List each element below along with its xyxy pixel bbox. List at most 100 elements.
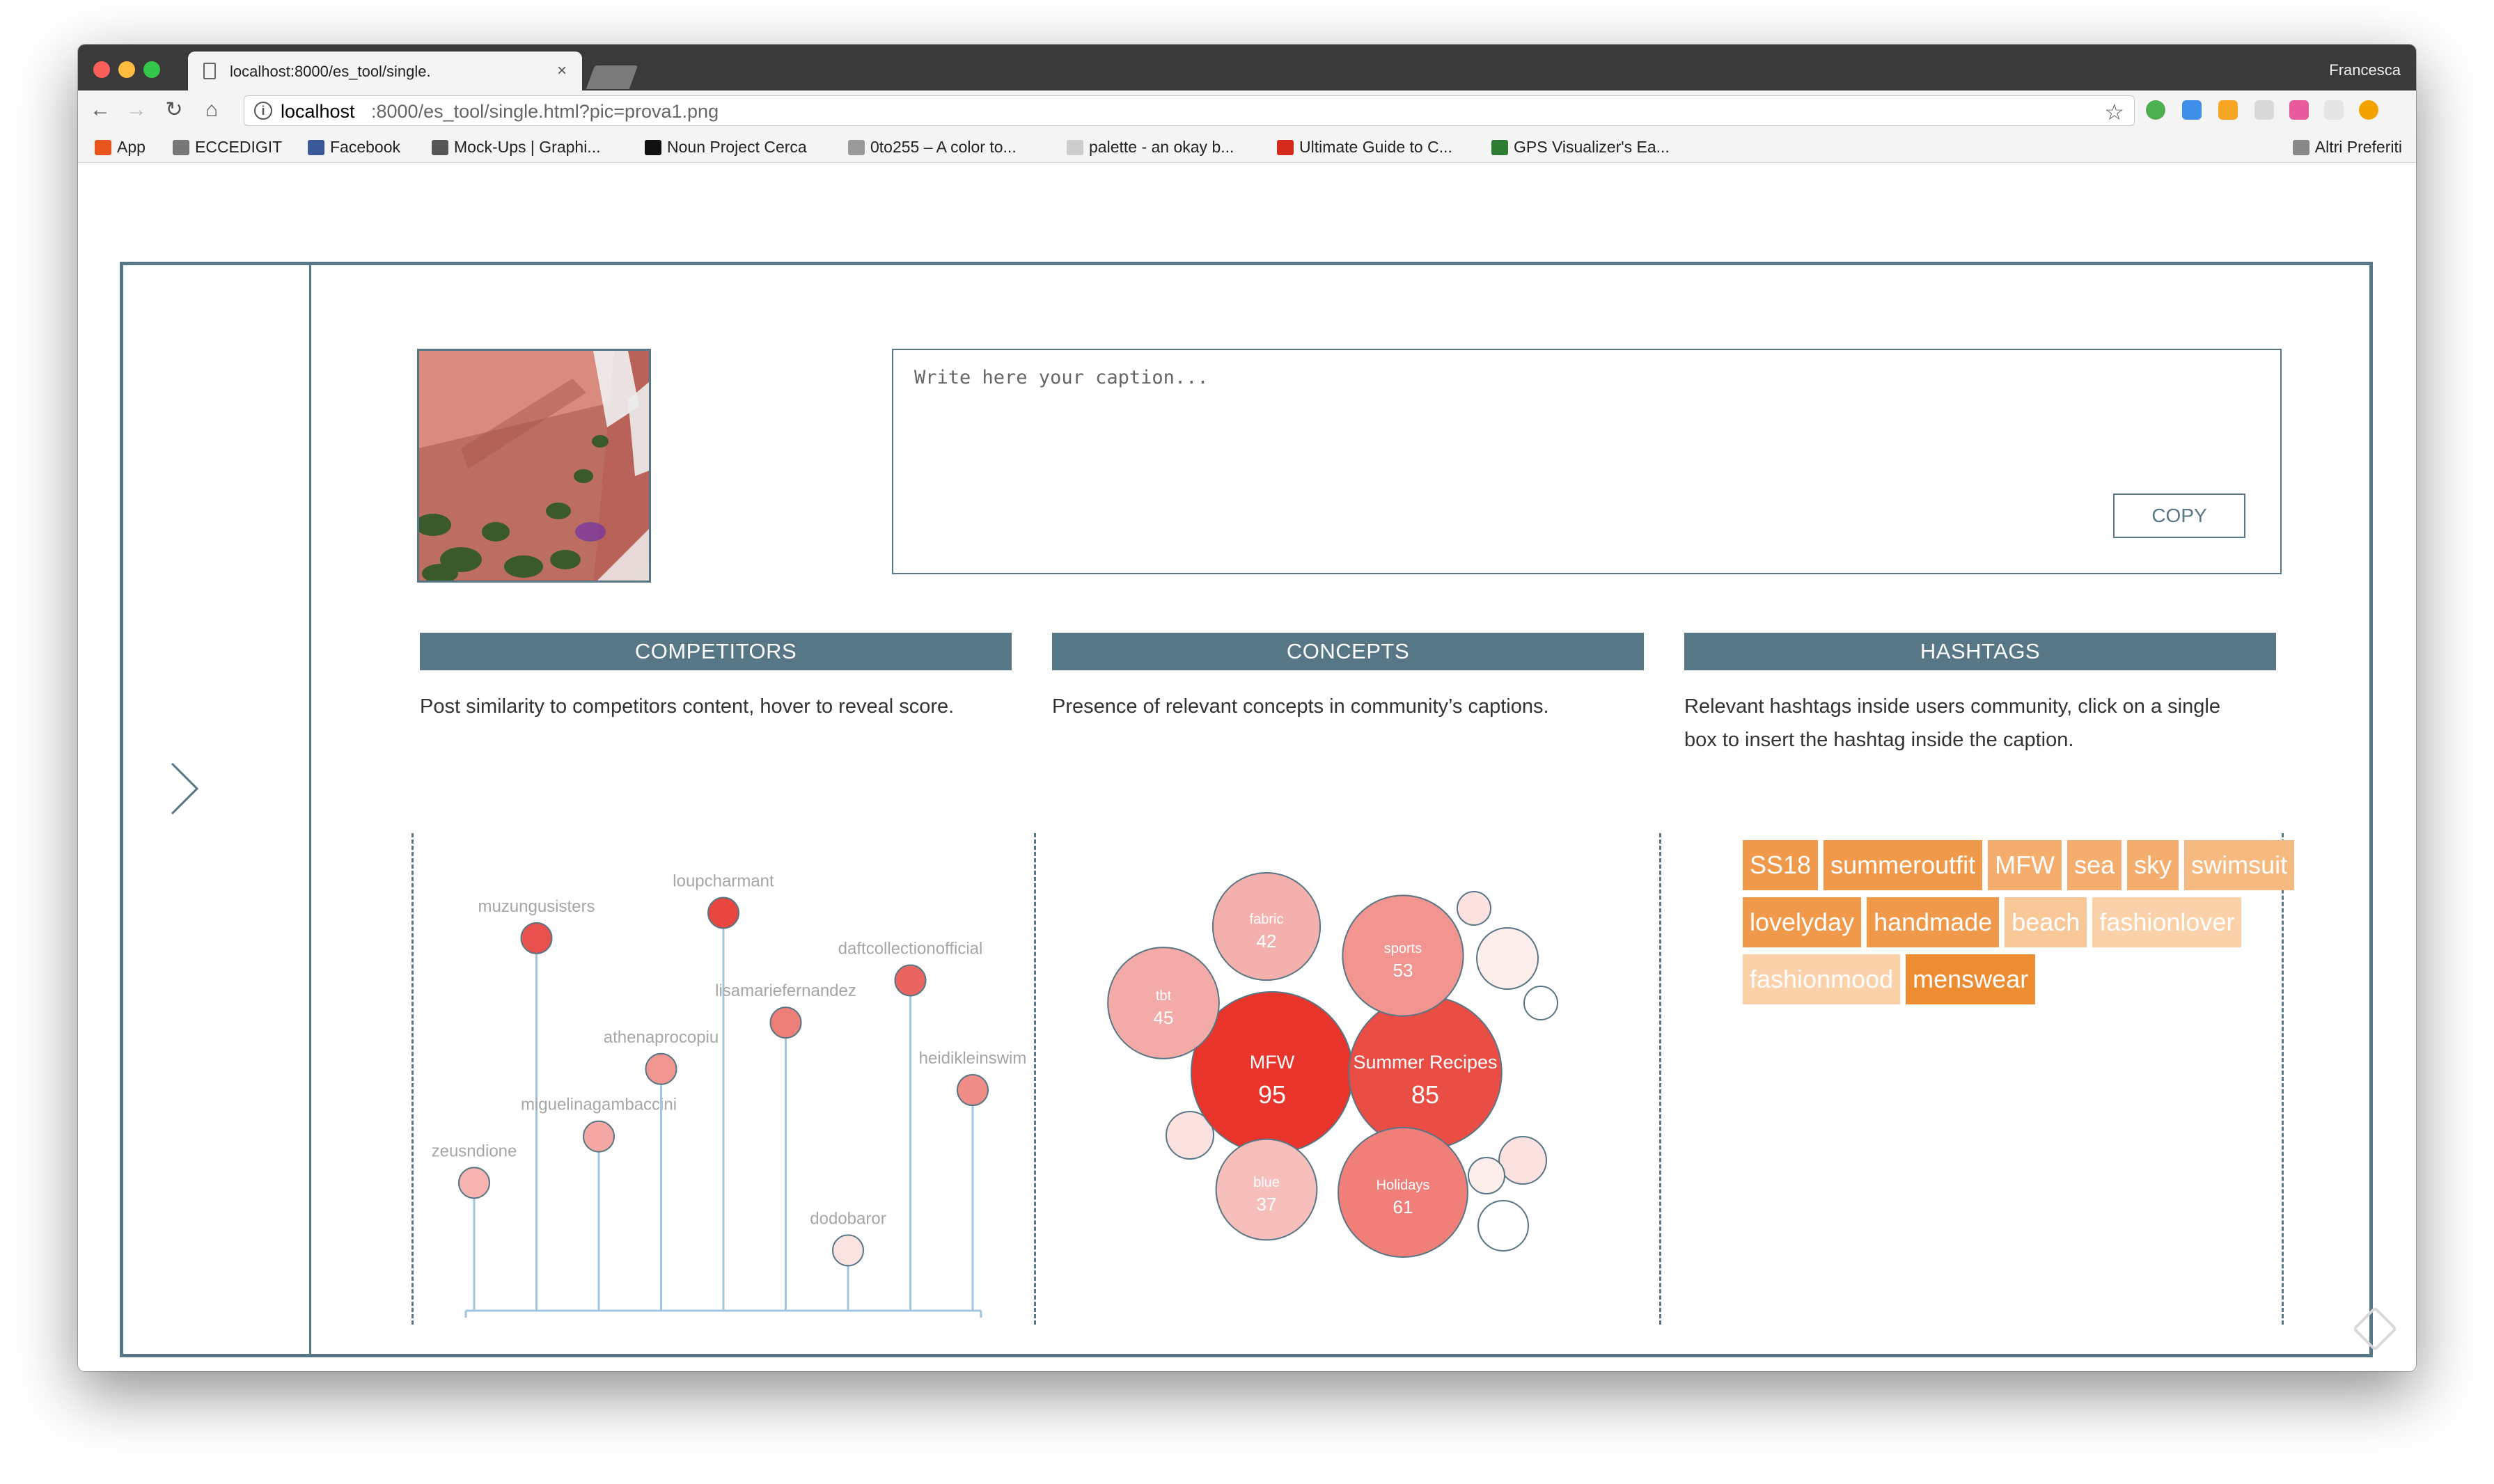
concept-value: 95 xyxy=(1258,1080,1286,1109)
new-tab-button[interactable] xyxy=(586,65,638,89)
competitor-point[interactable] xyxy=(645,1052,677,1085)
bookmark-label: ECCEDIGIT xyxy=(195,138,283,156)
competitors-lollipop-chart: zeusndione muzungusisters miguelinagambacc… xyxy=(432,872,1026,1318)
next-arrow-icon[interactable] xyxy=(169,761,200,816)
competitor-point[interactable] xyxy=(769,1007,802,1039)
bookmark-0to255[interactable]: 0to255 – A color to... xyxy=(848,138,1017,157)
copy-button[interactable]: COPY xyxy=(2113,494,2245,538)
maximize-window-button[interactable] xyxy=(143,61,160,78)
hashtag-chip[interactable]: fashionlover xyxy=(2092,897,2242,947)
document-icon xyxy=(203,63,216,79)
back-icon[interactable]: ← xyxy=(88,97,113,123)
bookmark-palette[interactable]: palette - an okay b... xyxy=(1067,138,1234,157)
bookmark-facebook[interactable]: Facebook xyxy=(308,138,400,157)
bookmark-label: Mock-Ups | Graphi... xyxy=(454,138,601,156)
concept-minor-bubble[interactable] xyxy=(1523,986,1558,1020)
hashtag-chip[interactable]: summeroutfit xyxy=(1824,840,1983,890)
bookmark-ultimate-guide[interactable]: Ultimate Guide to C... xyxy=(1277,138,1452,157)
bookmark-noun-project[interactable]: Noun Project Cerca xyxy=(645,138,807,157)
bookmark-other[interactable]: Altri Preferiti xyxy=(2292,138,2402,157)
concept-minor-bubble[interactable] xyxy=(1477,1200,1529,1252)
competitors-description: Post similarity to competitors content, … xyxy=(420,695,955,718)
url-host: localhost xyxy=(281,101,355,122)
concept-minor-bubble[interactable] xyxy=(1457,891,1491,926)
extension-chart-icon[interactable] xyxy=(2218,100,2238,120)
concepts-description: Presence of relevant concepts in communi… xyxy=(1052,695,1549,718)
competitor-point[interactable] xyxy=(458,1167,490,1199)
bookmark-label: GPS Visualizer's Ea... xyxy=(1514,138,1670,156)
caption-input[interactable] xyxy=(893,350,2280,573)
bookmark-star-icon[interactable]: ☆ xyxy=(2104,99,2124,125)
tool-frame: COPY COMPETITORS CONCEPTS HASHTAGS Post … xyxy=(120,262,2373,1357)
concept-value: 61 xyxy=(1393,1197,1413,1217)
home-icon[interactable]: ⌂ xyxy=(199,97,224,123)
competitor-label: miguelinagambaccini xyxy=(521,1096,677,1114)
hashtag-chip[interactable]: beach xyxy=(2005,897,2087,947)
hashtag-chip[interactable]: sea xyxy=(2067,840,2122,890)
extension-alert-icon[interactable] xyxy=(2359,100,2378,120)
extension-grey-icon[interactable] xyxy=(2254,100,2274,120)
left-pane xyxy=(123,265,311,1354)
competitor-point[interactable] xyxy=(957,1074,989,1107)
title-bar: localhost:8000/es_tool/single. × Frances… xyxy=(78,45,2416,90)
url-path: :8000/es_tool/single.html?pic=prova1.png xyxy=(371,101,719,122)
browser-window: localhost:8000/es_tool/single. × Frances… xyxy=(78,45,2416,1371)
hashtag-chip[interactable]: lovelyday xyxy=(1743,897,1862,947)
hashtags-header: HASHTAGS xyxy=(1684,633,2276,670)
hashtag-chip[interactable]: menswear xyxy=(1906,954,2036,1004)
bookmark-label: Altri Preferiti xyxy=(2314,138,2402,156)
competitor-point[interactable] xyxy=(583,1120,615,1153)
close-window-button[interactable] xyxy=(93,61,110,78)
bookmark-label: 0to255 – A color to... xyxy=(870,138,1017,156)
concept-minor-bubble[interactable] xyxy=(1498,1136,1547,1185)
browser-tab[interactable]: localhost:8000/es_tool/single. × xyxy=(188,52,582,90)
bookmark-eccedigit[interactable]: ECCEDIGIT xyxy=(173,138,282,157)
minimize-window-button[interactable] xyxy=(118,61,135,78)
concept-label: blue xyxy=(1253,1175,1280,1190)
hashtag-chip[interactable]: sky xyxy=(2127,840,2179,890)
tab-title: localhost:8000/es_tool/single. xyxy=(230,63,431,80)
concept-value: 53 xyxy=(1393,960,1413,981)
concepts-header: CONCEPTS xyxy=(1052,633,1644,670)
hashtags-description: Relevant hashtags inside users community… xyxy=(1684,695,2220,751)
concept-bubble[interactable] xyxy=(1348,995,1503,1150)
extension-m-icon[interactable] xyxy=(2289,100,2309,120)
palette-icon xyxy=(1067,140,1083,155)
extension-green-icon[interactable] xyxy=(2146,100,2165,120)
forward-icon[interactable]: → xyxy=(124,97,149,123)
reload-icon[interactable]: ↻ xyxy=(162,97,187,123)
extension-f-icon[interactable] xyxy=(2324,100,2344,120)
address-bar[interactable]: i localhost :8000/es_tool/single.html?pi… xyxy=(244,95,2135,126)
competitor-point[interactable] xyxy=(832,1234,864,1267)
competitor-label: lisamariefernandez xyxy=(715,981,856,1000)
hashtag-chip[interactable]: SS18 xyxy=(1743,840,1819,890)
competitor-label: muzungusisters xyxy=(478,897,595,916)
site-info-icon[interactable]: i xyxy=(254,102,272,120)
bookmark-label: Facebook xyxy=(330,138,401,156)
folder-icon xyxy=(2292,140,2309,155)
hashtag-list: SS18 summeroutfit MFW sea sky swimsuit lovelyd… xyxy=(1743,840,2314,1011)
concept-minor-bubble[interactable] xyxy=(1476,927,1539,990)
competitor-point[interactable] xyxy=(894,964,927,997)
concept-label: Summer Recipes xyxy=(1353,1052,1497,1073)
concept-label: Holidays xyxy=(1377,1178,1430,1193)
bookmark-label: Ultimate Guide to C... xyxy=(1299,138,1452,156)
hashtag-chip[interactable]: handmade xyxy=(1867,897,2000,947)
concept-minor-bubble[interactable] xyxy=(1468,1157,1505,1194)
extension-blue-icon[interactable] xyxy=(2182,100,2202,120)
competitor-label: zeusndione xyxy=(432,1142,517,1160)
close-tab-icon[interactable]: × xyxy=(557,61,567,81)
hashtag-chip[interactable]: swimsuit xyxy=(2184,840,2295,890)
competitor-point[interactable] xyxy=(520,922,553,954)
facebook-icon xyxy=(308,140,324,155)
profile-name[interactable]: Francesca xyxy=(2329,61,2401,79)
bookmark-app[interactable]: App xyxy=(95,138,146,157)
hashtag-chip[interactable]: fashionmood xyxy=(1743,954,1901,1004)
competitor-point[interactable] xyxy=(707,897,739,929)
hashtag-chip[interactable]: MFW xyxy=(1988,840,2062,890)
concept-value: 42 xyxy=(1257,931,1277,952)
bookmark-mockups[interactable]: Mock-Ups | Graphi... xyxy=(432,138,600,157)
competitor-label: dodobaror xyxy=(810,1209,886,1228)
bookmark-gps-visualizer[interactable]: GPS Visualizer's Ea... xyxy=(1491,138,1670,157)
concept-value: 37 xyxy=(1257,1194,1277,1215)
